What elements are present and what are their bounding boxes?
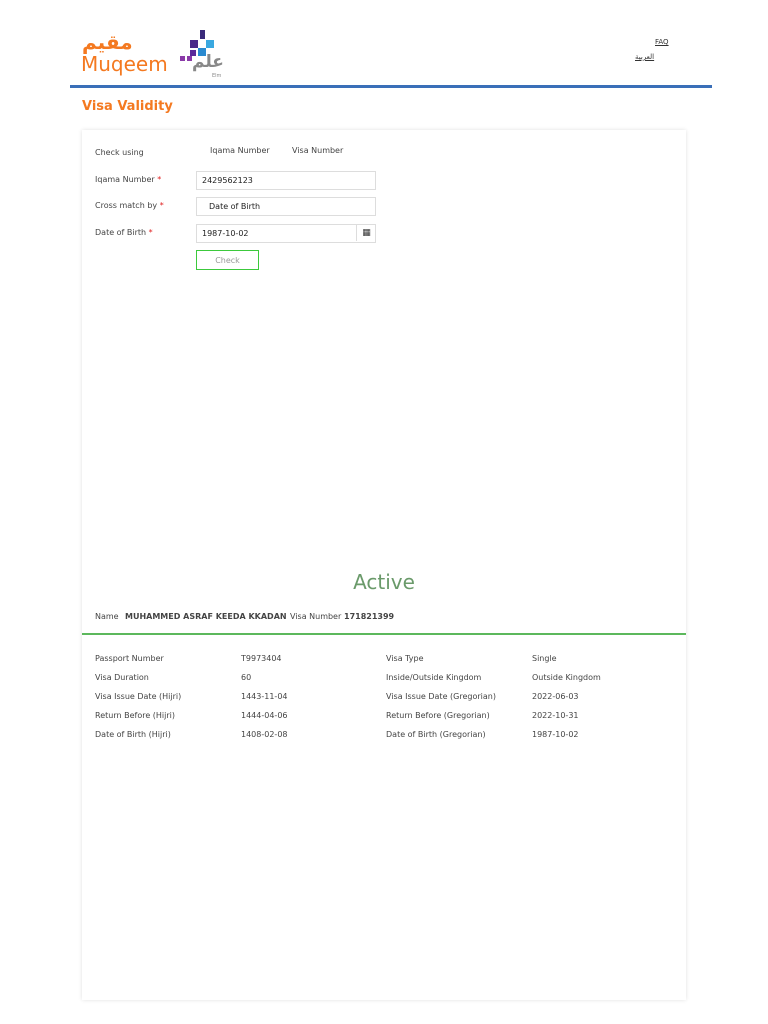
check-using-label: Check using bbox=[95, 148, 144, 157]
muqeem-logo: Muqeem bbox=[81, 52, 168, 76]
detail-label: Return Before (Hijri) bbox=[95, 711, 176, 720]
detail-label: Visa Duration bbox=[95, 673, 149, 682]
arabic-language-link[interactable]: العربية bbox=[635, 53, 654, 61]
detail-label: Date of Birth (Hijri) bbox=[95, 730, 171, 739]
detail-value: Single bbox=[532, 654, 557, 663]
detail-label: Passport Number bbox=[95, 654, 164, 663]
detail-label: Inside/Outside Kingdom bbox=[386, 673, 482, 682]
date-of-birth-label: Date of Birth * bbox=[95, 228, 153, 237]
cross-match-select[interactable]: Date of Birth bbox=[196, 197, 376, 216]
date-of-birth-input[interactable]: 1987-10-02 bbox=[196, 224, 376, 243]
header-divider bbox=[70, 85, 712, 88]
detail-label: Visa Issue Date (Gregorian) bbox=[386, 692, 496, 701]
detail-value: Outside Kingdom bbox=[532, 673, 601, 682]
iqama-number-input[interactable]: 2429562123 bbox=[196, 171, 376, 190]
visa-number-label: Visa Number bbox=[290, 612, 342, 621]
date-of-birth-field: 1987-10-02 ▦ bbox=[196, 224, 376, 243]
check-button[interactable]: Check bbox=[196, 250, 259, 270]
name-label: Name bbox=[95, 612, 119, 621]
visa-validity-card bbox=[82, 130, 686, 1000]
faq-link[interactable]: FAQ bbox=[655, 38, 669, 46]
elm-logo-arabic: علم bbox=[192, 52, 224, 72]
visa-status: Active bbox=[353, 570, 415, 594]
muqeem-logo-arabic: مقيم bbox=[82, 30, 133, 54]
detail-label: Return Before (Gregorian) bbox=[386, 711, 490, 720]
detail-value: T9973404 bbox=[241, 654, 282, 663]
detail-value: 1443-11-04 bbox=[241, 692, 288, 701]
page-title: Visa Validity bbox=[82, 99, 173, 114]
detail-value: 60 bbox=[241, 673, 252, 682]
calendar-icon[interactable]: ▦ bbox=[356, 224, 376, 241]
result-divider bbox=[82, 633, 686, 635]
detail-value: 1987-10-02 bbox=[532, 730, 579, 739]
iqama-number-label: Iqama Number * bbox=[95, 175, 162, 184]
visa-number-value: 171821399 bbox=[344, 612, 395, 621]
elm-logo-text: Elm bbox=[212, 73, 222, 79]
detail-label: Visa Type bbox=[386, 654, 424, 663]
detail-label: Visa Issue Date (Hijri) bbox=[95, 692, 182, 701]
name-value: MUHAMMED ASRAF KEEDA KKADAN bbox=[125, 612, 287, 621]
detail-value: 2022-10-31 bbox=[532, 711, 579, 720]
detail-label: Date of Birth (Gregorian) bbox=[386, 730, 486, 739]
detail-value: 1408-02-08 bbox=[241, 730, 288, 739]
detail-value: 2022-06-03 bbox=[532, 692, 579, 701]
cross-match-label: Cross match by * bbox=[95, 201, 164, 210]
detail-value: 1444-04-06 bbox=[241, 711, 288, 720]
option-iqama-number[interactable]: Iqama Number bbox=[210, 146, 270, 155]
option-visa-number[interactable]: Visa Number bbox=[292, 146, 343, 155]
